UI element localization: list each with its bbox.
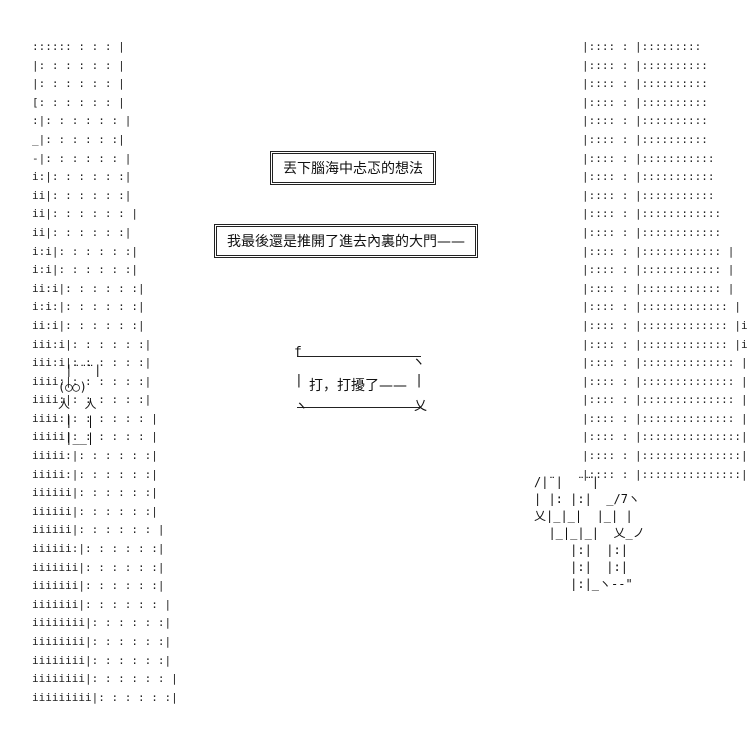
caption-text-second: 我最後還是推開了進去內裏的大門——: [227, 234, 465, 250]
right-wall-row: |:::: : |::::::::::: [582, 77, 708, 91]
speech-bubble: f | ヽ ヽ | 乂 打，打擾了——: [294, 345, 427, 414]
left-wall-row: -|: : : : : : |: [32, 151, 132, 165]
left-wall-row: i:i:|: : : : : :|: [32, 300, 145, 314]
right-wall-row: |:::: : |::::::::::::: [582, 207, 722, 221]
left-wall-row: iiiiiii|: : : : : : |: [32, 597, 172, 611]
right-wall-row: |:::: : |::::::::::: [582, 58, 708, 72]
caption-box-second: 我最後還是推開了進去內裏的大門——: [216, 226, 476, 256]
left-wall-row: iiiiiiii|: : : : : :|: [32, 635, 172, 648]
left-wall-row: iiiii:|: : : : : :|: [32, 467, 158, 481]
left-wall-row: ii|: : : : : : |: [32, 207, 138, 221]
right-wall-row: |:::: : |:::::::::::: |: [582, 244, 735, 258]
right-wall-row: |:::: : |:::::::::::::: |i: [582, 356, 747, 370]
speech-corner-top-left: f: [294, 345, 302, 360]
right-wall-row: |:::: : |:::::::::::: [582, 151, 715, 165]
left-wall-row: iiiiii|: : : : : :|: [32, 486, 158, 500]
left-wall-row: iii:i|: : : : : :|: [32, 337, 152, 351]
scene: :::::: : : : | |: : : : : : | |: : : : : :…: [0, 0, 747, 730]
caption-box-first: 丟下腦海中忐忑的想法: [272, 153, 434, 183]
right-wall-row: |:::: : |::::::::::: [582, 95, 708, 109]
right-wall-row: |:::: : |:::::::::::::::|iii: [582, 449, 747, 463]
left-wall-row: iiiiii|: : : : : : |: [32, 523, 165, 537]
right-wall-row: |:::: : |:::::::::::::: |ii: [582, 411, 747, 425]
left-wall-row: iiiiiiii|: : : : : :|: [32, 616, 172, 630]
left-wall-row: :|: : : : : : |: [32, 114, 132, 128]
left-wall-row: |: : : : : : |: [32, 58, 125, 72]
left-wall-row: ii:i|: : : : : :|: [32, 281, 145, 295]
left-wall-row: |: : : : : : |: [32, 77, 125, 91]
left-wall-row: _|: : : : : :|: [32, 132, 125, 146]
right-wall-row: |:::: : |::::::::::: [582, 132, 708, 146]
speech-side-right: |: [415, 373, 423, 388]
left-wall-row: iiiiiiii|: : : : : : |: [32, 672, 178, 686]
right-wall-row: |:::: : |:::::::::::: |: [582, 281, 735, 295]
right-wall-row: |:::: : |::::::::::::: |: [582, 300, 741, 314]
left-wall-row: i:|: : : : : :|: [32, 170, 132, 184]
right-wall-row: |:::: : |:::::::::::::: |i: [582, 374, 747, 388]
right-wall-row: |:::: : |::::::::::::: |i: [582, 337, 747, 351]
left-wall-row: iiiiiiiii|: : : : : :|: [32, 690, 178, 704]
right-wall-row: |:::: : |::::::::::::: |i: [582, 318, 747, 332]
left-wall-row: iiiiiiii|: : : : : :|: [32, 653, 172, 667]
right-wall-row: |:::: : |:::::::::::: [582, 170, 715, 184]
right-wall-row: |:::: : |::::::::::::: [582, 225, 722, 239]
speech-side-left: |: [295, 373, 303, 388]
left-wall-row: ii|: : : : : :|: [32, 188, 132, 202]
speech-corner-top-right: ヽ: [411, 355, 425, 370]
right-wall-row: |:::: : |::::::::::: [582, 114, 708, 128]
left-wall-row: iiiiiii|: : : : : :|: [32, 579, 165, 593]
left-wall-row: iiiiii|: : : : : :|: [32, 504, 158, 518]
right-wall-row: |:::: : |:::::::::::: |: [582, 263, 735, 277]
left-wall-row: iiiiii:|: : : : : :|: [32, 542, 165, 556]
speech-tail: 乂: [413, 399, 427, 414]
speech-corner-bottom-left: ヽ: [295, 399, 309, 414]
right-figure-art: /|¨| ¨¨| | |: |:| _/7ヽ 乂|_|_| |_| | |_|_…: [534, 475, 645, 591]
right-wall-row: |:::: : |:::::::::::::::|ii: [582, 430, 747, 444]
left-wall-row: :::::: : : : |: [32, 40, 125, 53]
left-wall-row: i:i|: : : : : :|: [32, 244, 138, 258]
speech-text: 打，打擾了——: [309, 378, 407, 394]
left-wall-row: i:i|: : : : : :|: [32, 263, 138, 277]
left-wall-row: iiiiiii|: : : : : :|: [32, 560, 165, 574]
left-figure-art: |¨¨¨| (◯◯) 人 人 | | |__|: [58, 363, 102, 445]
caption-text-first: 丟下腦海中忐忑的想法: [283, 161, 423, 177]
left-wall-row: [: : : : : : |: [32, 95, 125, 109]
left-wall-row: ii:i|: : : : : :|: [32, 318, 145, 332]
right-wall-row: |:::: : |:::::::::::::: |ii: [582, 393, 747, 407]
right-wall-row: |:::: : |:::::::::::: [582, 188, 715, 202]
left-wall-row: ii|: : : : : :|: [32, 225, 132, 239]
right-wall-row: |:::: : |:::::::::: [582, 40, 702, 53]
